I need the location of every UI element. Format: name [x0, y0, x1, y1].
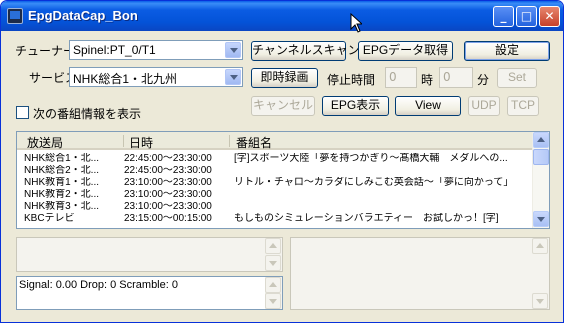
scroll-up-icon[interactable]: [265, 238, 281, 254]
column-title[interactable]: 番組名: [236, 134, 272, 151]
panel-scrollbar[interactable]: [265, 277, 282, 309]
row-title: [字]スポーツ大陸「夢を持つかぎり〜髙橋大輔 メダルへの...: [234, 153, 508, 164]
list-scrollbar[interactable]: [532, 132, 549, 228]
row-time: 23:15:00〜00:15:00: [124, 213, 212, 224]
hour-unit-label: 時: [421, 73, 434, 87]
mouse-cursor-icon: [350, 13, 362, 33]
row-title: リトル・チャロ〜カラダにしみこむ英会話〜「夢に向かって」: [234, 177, 514, 188]
stop-hour-field[interactable]: 0: [385, 67, 417, 88]
panel-scrollbar[interactable]: [532, 238, 549, 309]
instant-record-button[interactable]: 即時録画: [251, 68, 318, 88]
epg-get-button[interactable]: EPGデータ取得: [358, 41, 453, 61]
panel-scrollbar[interactable]: [265, 238, 282, 271]
scroll-down-icon[interactable]: [533, 211, 549, 227]
maximize-button[interactable]: □: [516, 6, 537, 27]
row-station: KBCテレビ: [24, 213, 75, 224]
udp-button[interactable]: UDP: [468, 96, 500, 116]
tuner-value: Spinel:PT_0/T1: [73, 43, 156, 57]
channel-scan-button[interactable]: チャンネルスキャン: [251, 41, 360, 61]
row-station: NHK教育2・北...: [24, 189, 100, 200]
maximize-icon: □: [520, 9, 533, 23]
row-station: NHK教育3・北...: [24, 201, 100, 212]
service-select[interactable]: NHK総合1・北九州: [69, 67, 243, 87]
cancel-button[interactable]: キャンセル: [251, 96, 315, 116]
tuner-select[interactable]: Spinel:PT_0/T1: [69, 40, 243, 60]
scroll-up-icon[interactable]: [265, 277, 281, 293]
program-list[interactable]: 放送局 日時 番組名 NHK総合1・北... 22:45:00〜23:30:00…: [16, 131, 550, 229]
title-bar[interactable]: EpgDataCap_Bon _ □ ✕: [1, 1, 563, 31]
view-button[interactable]: View: [395, 96, 461, 116]
minute-unit-label: 分: [477, 73, 490, 87]
table-row[interactable]: KBCテレビ 23:15:00〜00:15:00 もしものシミュレーションバラエ…: [17, 213, 533, 225]
scroll-thumb[interactable]: [533, 149, 549, 165]
close-button[interactable]: ✕: [539, 6, 560, 27]
status-panel: Signal: 0.00 Drop: 0 Scramble: 0: [16, 276, 283, 310]
row-time: 22:45:00〜23:30:00: [124, 153, 212, 164]
scroll-down-icon[interactable]: [265, 293, 281, 309]
row-time: 23:10:00〜23:30:00: [124, 177, 212, 188]
scroll-up-icon[interactable]: [533, 132, 549, 148]
list-header: 放送局 日時 番組名: [17, 132, 533, 150]
next-program-label: 次の番組情報を表示: [33, 107, 142, 121]
table-row[interactable]: NHK総合2・北... 22:45:00〜23:30:00: [17, 165, 533, 177]
table-row[interactable]: NHK総合1・北... 22:45:00〜23:30:00 [字]スポーツ大陸「…: [17, 153, 533, 165]
row-time: 23:10:00〜23:30:00: [124, 201, 212, 212]
status-text: Signal: 0.00 Drop: 0 Scramble: 0: [19, 279, 178, 291]
table-row[interactable]: NHK教育2・北... 23:10:00〜23:30:00: [17, 189, 533, 201]
next-program-checkbox[interactable]: [16, 106, 29, 119]
settings-button[interactable]: 設定: [464, 41, 550, 61]
app-icon[interactable]: [7, 8, 23, 24]
row-time: 22:45:00〜23:30:00: [124, 165, 212, 176]
service-value: NHK総合1・北九州: [73, 72, 178, 86]
chevron-down-icon[interactable]: [225, 69, 241, 85]
row-title: もしものシミュレーションバラエティー お試しかっ！[字]: [234, 213, 499, 224]
window-title: EpgDataCap_Bon: [28, 8, 138, 23]
tuner-label: チューナー: [15, 44, 76, 58]
scroll-down-icon[interactable]: [265, 255, 281, 271]
scroll-down-icon[interactable]: [532, 293, 548, 309]
app-window: EpgDataCap_Bon _ □ ✕ チューナー Spinel:PT_0/T…: [0, 0, 564, 323]
stop-minute-field[interactable]: 0: [439, 67, 473, 88]
close-icon: ✕: [544, 9, 555, 23]
row-time: 23:10:00〜23:30:00: [124, 189, 212, 200]
row-station: NHK総合2・北...: [24, 165, 100, 176]
info-panel-right: [290, 237, 550, 310]
scroll-up-icon[interactable]: [532, 238, 548, 254]
stop-time-label: 停止時間: [327, 73, 376, 87]
set-button[interactable]: Set: [497, 68, 537, 88]
column-station[interactable]: 放送局: [27, 134, 63, 151]
chevron-down-icon[interactable]: [225, 42, 241, 58]
info-panel-top: [16, 237, 283, 272]
minimize-icon: _: [500, 9, 507, 23]
minimize-button[interactable]: _: [493, 6, 514, 27]
row-station: NHK総合1・北...: [24, 153, 100, 164]
table-row[interactable]: NHK教育1・北... 23:10:00〜23:30:00 リトル・チャロ〜カラ…: [17, 177, 533, 189]
column-datetime[interactable]: 日時: [129, 134, 153, 151]
row-station: NHK教育1・北...: [24, 177, 100, 188]
epg-show-button[interactable]: EPG表示: [322, 96, 389, 116]
tcp-button[interactable]: TCP: [507, 96, 539, 116]
table-row[interactable]: NHK教育3・北... 23:10:00〜23:30:00: [17, 201, 533, 213]
